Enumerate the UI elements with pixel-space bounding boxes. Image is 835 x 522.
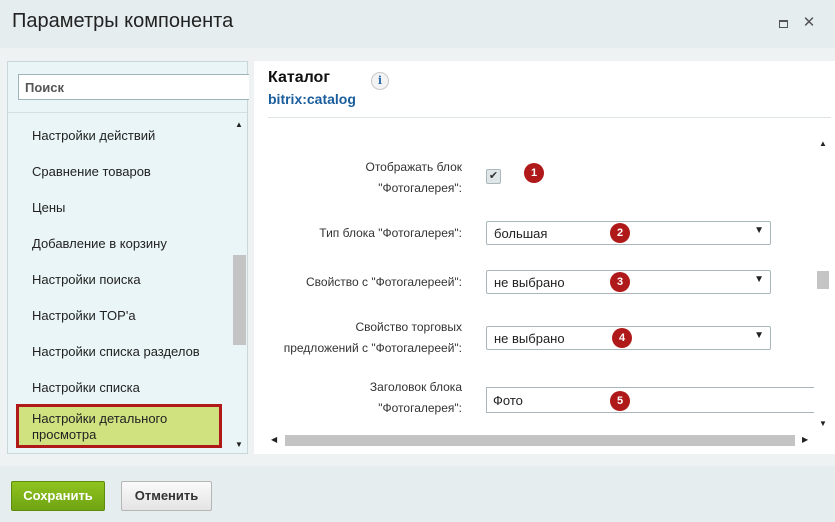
sidebar-item-top[interactable]: Настройки TOP'a <box>16 298 222 334</box>
maximize-icon[interactable] <box>774 14 792 32</box>
dialog-titlebar: Параметры компонента ✕ <box>0 0 835 48</box>
dialog-title: Параметры компонента <box>12 10 234 32</box>
info-icon[interactable]: i <box>371 72 389 90</box>
callout-badge: 1 <box>524 163 544 183</box>
search-input[interactable] <box>18 74 249 100</box>
scroll-thumb[interactable] <box>817 271 829 289</box>
scroll-up-icon[interactable]: ▲ <box>819 139 827 148</box>
sidebar-item-section-list[interactable]: Настройки списка разделов <box>16 334 222 370</box>
scroll-down-icon[interactable]: ▼ <box>235 440 243 449</box>
scroll-down-icon[interactable]: ▼ <box>819 419 827 428</box>
chevron-down-icon: ▼ <box>754 330 764 341</box>
sidebar-scrollbar[interactable]: ▲ ▼ <box>232 116 247 453</box>
scroll-right-icon[interactable]: ▶ <box>802 435 808 444</box>
sidebar-item-search[interactable]: Настройки поиска <box>16 262 222 298</box>
photogallery-show-label: Отображать блок "Фотогалерея": <box>365 160 462 195</box>
sidebar-item-compare[interactable]: Сравнение товаров <box>16 154 222 190</box>
chevron-down-icon: ▼ <box>754 274 764 285</box>
sidebar: Настройки действий Сравнение товаров Цен… <box>7 61 249 454</box>
callout-badge: 5 <box>610 391 630 411</box>
scroll-thumb[interactable] <box>233 255 246 345</box>
cancel-button[interactable]: Отменить <box>121 481 212 511</box>
offers-photogallery-label: Свойство торговых предложений с "Фотогал… <box>283 320 462 355</box>
settings-form: Отображать блок "Фотогалерея": ✔ 1 Тип б… <box>254 133 814 433</box>
sidebar-item-basket[interactable]: Добавление в корзину <box>16 226 222 262</box>
close-icon[interactable]: ✕ <box>800 14 818 32</box>
dialog-footer: Сохранить Отменить <box>0 466 835 522</box>
callout-badge: 2 <box>610 223 630 243</box>
scroll-left-icon[interactable]: ◀ <box>271 435 277 444</box>
component-code: bitrix:catalog <box>268 91 356 107</box>
callout-badge: 4 <box>612 328 632 348</box>
sidebar-item-actions[interactable]: Настройки действий <box>16 118 222 154</box>
photogallery-title-input[interactable] <box>486 387 814 413</box>
photogallery-show-checkbox[interactable]: ✔ <box>486 169 501 184</box>
sidebar-list: Настройки действий Сравнение товаров Цен… <box>8 116 232 453</box>
settings-panel: Каталог i bitrix:catalog Отображать блок… <box>254 61 835 454</box>
divider <box>268 117 831 118</box>
scroll-up-icon[interactable]: ▲ <box>235 120 243 129</box>
sidebar-item-prices[interactable]: Цены <box>16 190 222 226</box>
component-name: Каталог <box>268 69 330 86</box>
form-horizontal-scrollbar[interactable]: ◀ ▶ <box>268 433 814 449</box>
scroll-thumb[interactable] <box>285 435 795 446</box>
form-vertical-scrollbar[interactable]: ▲ ▼ <box>815 133 831 432</box>
photogallery-type-label: Тип блока "Фотогалерея": <box>319 226 462 240</box>
photogallery-property-label: Свойство с "Фотогалереей": <box>306 275 462 289</box>
save-button[interactable]: Сохранить <box>11 481 105 511</box>
sidebar-item-more[interactable]: Настройки <box>16 442 222 453</box>
callout-badge: 3 <box>610 272 630 292</box>
photogallery-title-label: Заголовок блока "Фотогалерея": <box>369 380 462 415</box>
divider <box>8 112 247 113</box>
chevron-down-icon: ▼ <box>754 225 764 236</box>
sidebar-item-list[interactable]: Настройки списка <box>16 370 222 406</box>
